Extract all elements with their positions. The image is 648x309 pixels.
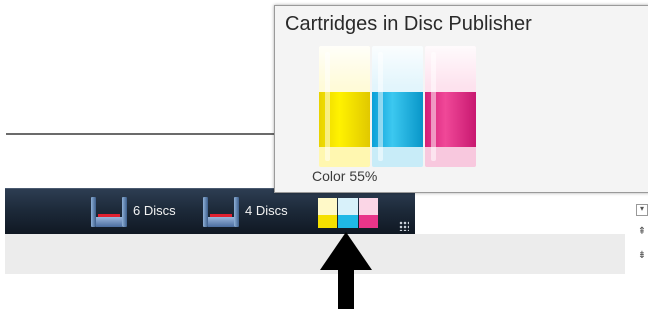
popup-title: Cartridges in Disc Publisher: [285, 13, 532, 35]
scroll-down-icon[interactable]: ⇟: [636, 250, 648, 262]
cartridge-cyan: [372, 46, 423, 167]
pointer-arrow-icon: [320, 232, 372, 270]
resize-grip-icon[interactable]: [399, 221, 409, 231]
status-bar: 6 Discs 4 Discs: [5, 188, 415, 235]
ink-cartridges-button[interactable]: [318, 198, 378, 228]
bin1-label: 6 Discs: [133, 203, 176, 218]
scroll-up-icon[interactable]: ⇞: [636, 226, 648, 238]
cartridge-yellow: [319, 46, 370, 167]
mini-cartridge-cyan: [338, 198, 358, 228]
divider-line: [6, 133, 306, 135]
toolbar-area: [5, 234, 625, 274]
cartridge-magenta: [425, 46, 476, 167]
scroll-controls: ▾ ⇞ ⇟: [636, 204, 648, 266]
cartridges-popup: Cartridges in Disc Publisher Color 55%: [274, 5, 648, 193]
cartridge-list: [319, 46, 476, 167]
disc-bin-icon[interactable]: [203, 197, 239, 227]
dropdown-arrow-icon[interactable]: ▾: [636, 204, 648, 216]
disc-bin-icon[interactable]: [91, 197, 127, 227]
pointer-arrow-shaft: [338, 268, 354, 309]
mini-cartridge-yellow: [318, 198, 338, 228]
color-level-label: Color 55%: [312, 168, 378, 184]
bin2-label: 4 Discs: [245, 203, 288, 218]
mini-cartridge-magenta: [358, 198, 378, 228]
